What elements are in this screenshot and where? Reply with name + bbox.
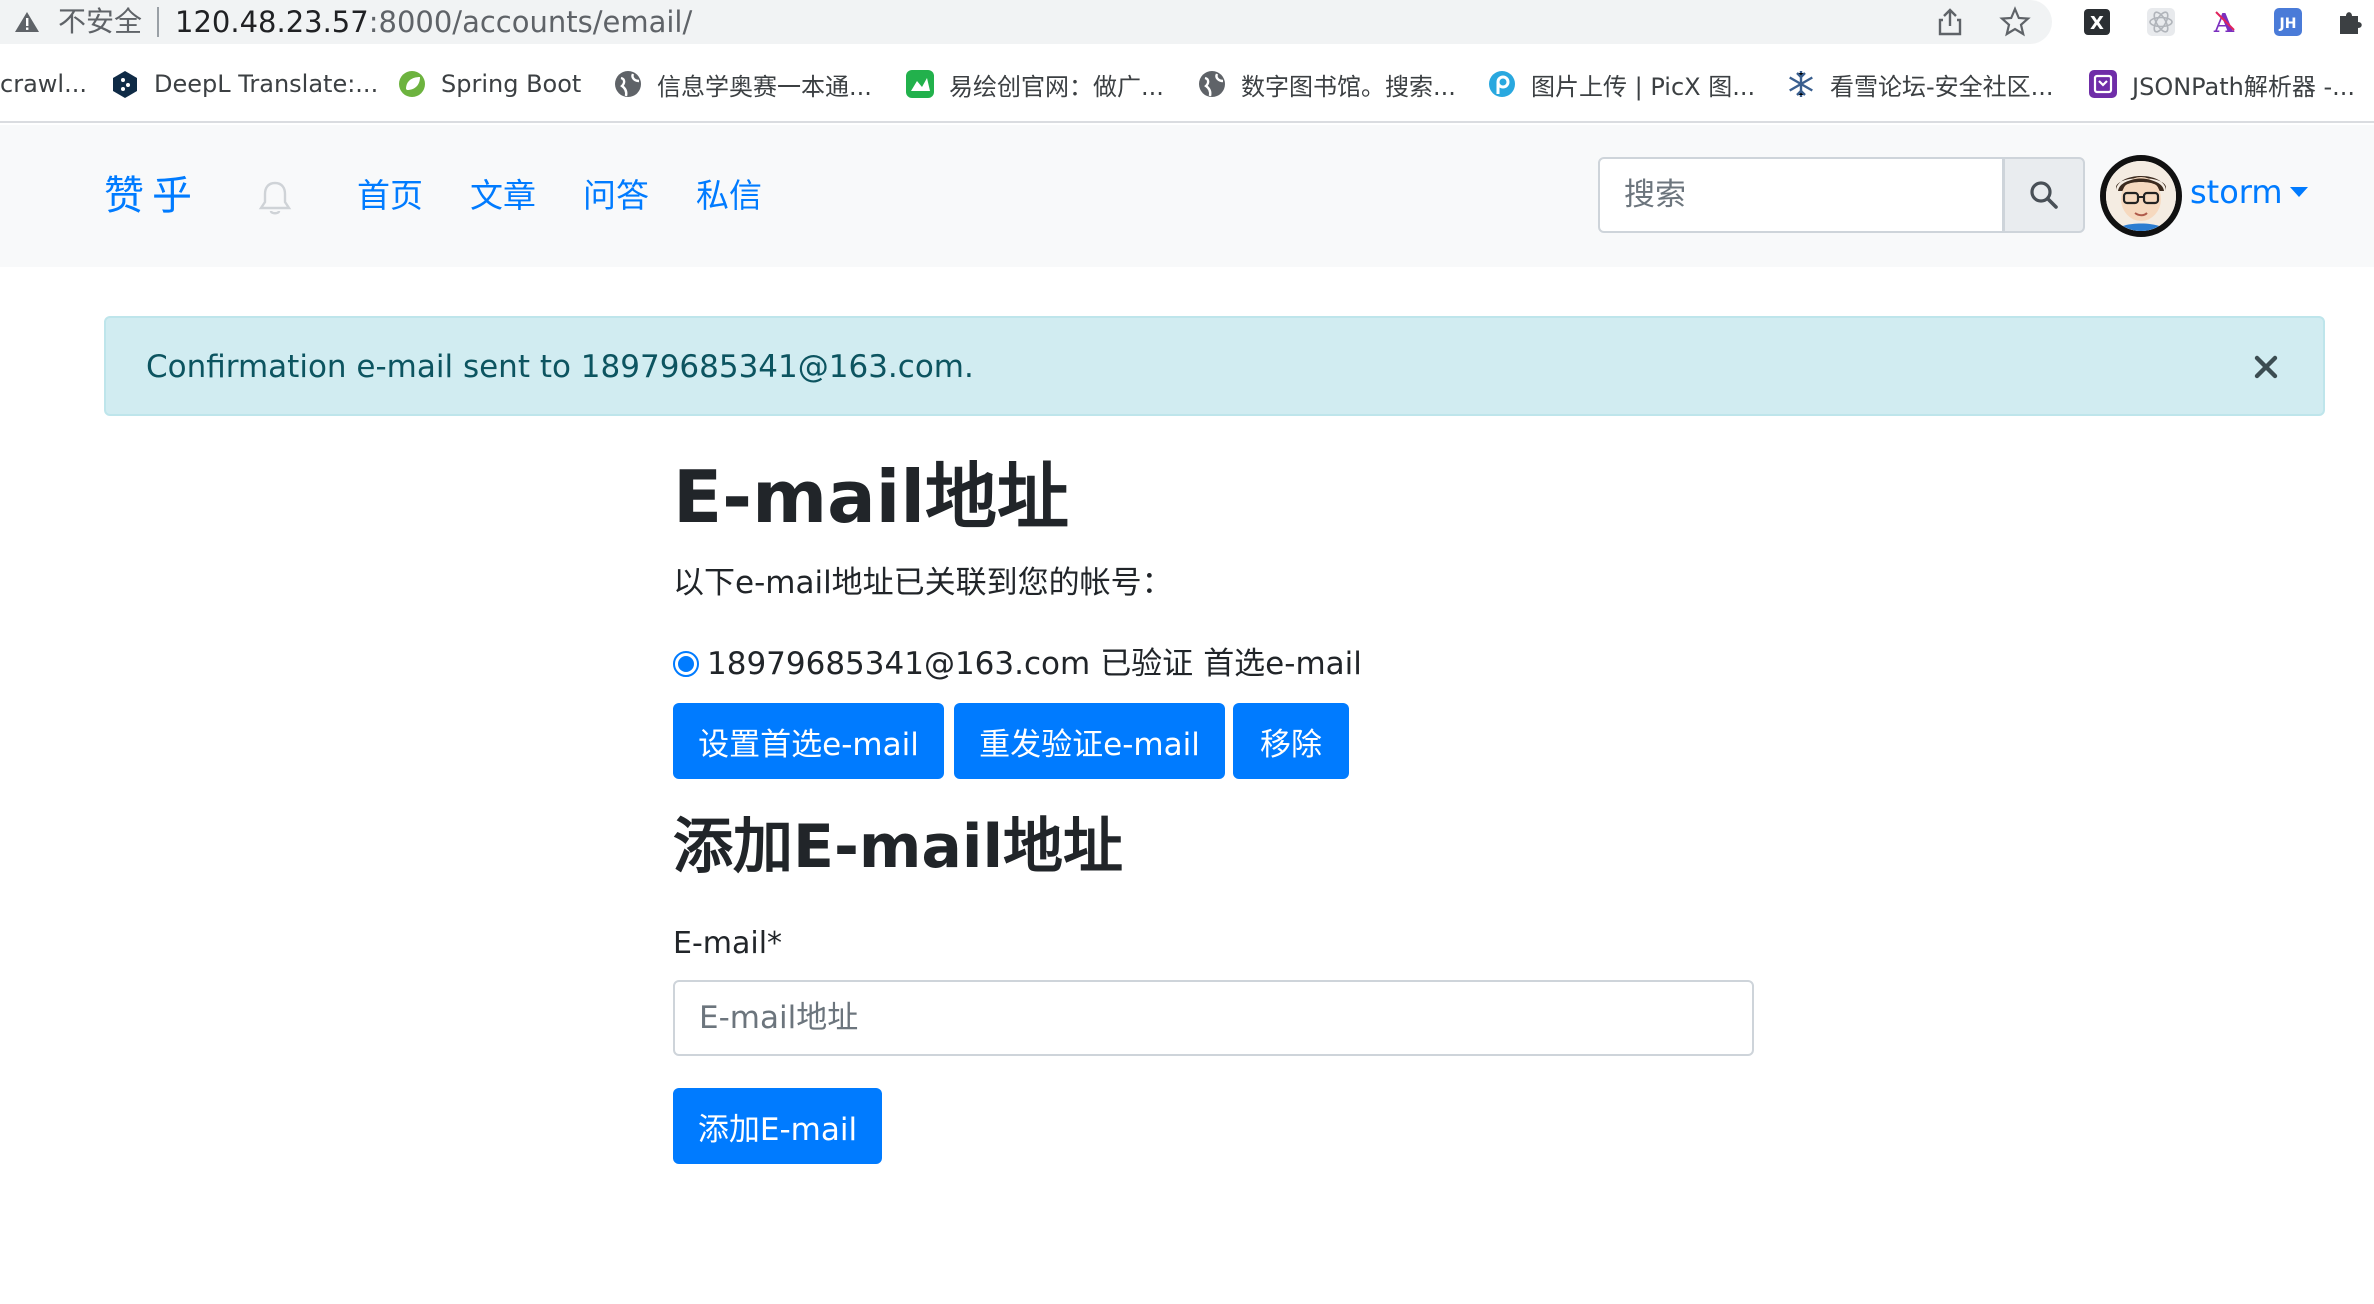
jsonpath-icon — [2089, 70, 2117, 98]
jh-icon[interactable]: JH — [2272, 6, 2304, 38]
bookmark-digital-library[interactable]: 数字图书馆。搜索... — [1197, 67, 1456, 101]
email-list-item[interactable]: 18979685341@163.com 已验证 首选e-mail — [673, 644, 1362, 684]
remove-button[interactable]: 移除 — [1233, 703, 1349, 779]
bookmark-jsonpath[interactable]: JSONPath解析器 -... — [2088, 67, 2355, 101]
search-input[interactable] — [1600, 159, 2002, 231]
nav-link-home[interactable]: 首页 — [357, 175, 423, 217]
bookmark-label: DeepL Translate:... — [154, 70, 379, 98]
page-title: E-mail地址 — [673, 455, 1070, 539]
verified-badge: 已验证 — [1100, 646, 1194, 682]
bookmark-label: crawl... — [0, 70, 87, 98]
bookmark-picx[interactable]: 图片上传 | PicX 图... — [1487, 67, 1755, 101]
bookmark-label: Spring Boot — [441, 70, 582, 98]
globe-icon — [615, 71, 641, 97]
email-list-description: 以下e-mail地址已关联到您的帐号： — [673, 565, 1173, 601]
alert-message: Confirmation e-mail sent to 18979685341@… — [146, 349, 974, 385]
search-icon — [2030, 181, 2058, 209]
search-field — [1598, 157, 2004, 233]
react-icon[interactable] — [2145, 6, 2177, 38]
deepl-icon — [113, 71, 137, 98]
bookmark-crawl[interactable]: crawl... — [0, 67, 87, 101]
bookmarks-bar: crawl... DeepL Translate:... Spring Boot… — [0, 45, 2374, 123]
search-button[interactable] — [2003, 157, 2085, 233]
email-field-label: E-mail* — [673, 926, 783, 961]
user-menu-toggle[interactable]: storm — [2190, 171, 2283, 213]
browser-address-bar: 不安全 120.48.23.57:8000/accounts/email/ X … — [0, 0, 2374, 45]
add-email-title: 添加E-mail地址 — [673, 812, 1124, 882]
nav-link-messages[interactable]: 私信 — [696, 175, 762, 217]
picx-icon — [1489, 71, 1515, 97]
radio-dot — [678, 656, 694, 672]
site-navbar: 赞乎 首页 文章 问答 私信 storm — [0, 125, 2374, 267]
bookmark-label: 图片上传 | PicX 图... — [1531, 72, 1756, 101]
star-icon[interactable] — [1999, 6, 2031, 38]
svg-text:JH: JH — [2279, 16, 2297, 32]
email-radio[interactable] — [673, 651, 699, 677]
bookmark-deepl[interactable]: DeepL Translate:... — [110, 67, 378, 101]
bookmark-xinxixue[interactable]: 信息学奥赛一本通... — [613, 67, 872, 101]
nav-link-articles[interactable]: 文章 — [470, 175, 536, 217]
url-path: :8000/accounts/email/ — [368, 5, 693, 39]
url-separator — [157, 7, 159, 37]
avatar[interactable] — [2100, 155, 2182, 237]
set-primary-button[interactable]: 设置首选e-mail — [673, 703, 944, 779]
url-text[interactable]: 120.48.23.57:8000/accounts/email/ — [175, 6, 692, 38]
bookmark-label: 数字图书馆。搜索... — [1241, 72, 1456, 101]
svg-text:X: X — [2090, 13, 2104, 34]
nav-link-qa[interactable]: 问答 — [583, 175, 649, 217]
site-brand[interactable]: 赞乎 — [104, 172, 200, 220]
email-address: 18979685341@163.com — [707, 646, 1091, 682]
share-icon[interactable] — [1934, 6, 1966, 38]
globe-icon — [1199, 71, 1225, 97]
close-icon[interactable] — [2251, 352, 2281, 382]
bell-icon[interactable] — [258, 179, 292, 217]
bookmark-label: 易绘创官网：做广... — [949, 72, 1164, 101]
chevron-down-icon[interactable] — [2290, 187, 2308, 197]
add-email-button[interactable]: 添加E-mail — [673, 1088, 882, 1164]
bookmark-kanxue[interactable]: 看雪论坛-安全社区... — [1786, 67, 2054, 101]
bookmark-yihuichuang[interactable]: 易绘创官网：做广... — [905, 67, 1164, 101]
bookmark-label: 看雪论坛-安全社区... — [1830, 72, 2054, 101]
snowflake-icon — [1789, 71, 1813, 97]
bookmark-label: JSONPath解析器 -... — [2132, 72, 2356, 101]
resend-verification-button[interactable]: 重发验证e-mail — [954, 703, 1225, 779]
puzzle-icon[interactable] — [2334, 6, 2366, 38]
email-field — [673, 980, 1754, 1056]
url-host: 120.48.23.57 — [175, 5, 369, 39]
omnibox[interactable]: 不安全 120.48.23.57:8000/accounts/email/ — [0, 0, 2052, 44]
warning-icon — [15, 12, 39, 32]
spring-icon — [399, 71, 425, 97]
yihuichuang-icon — [906, 70, 934, 98]
font-icon[interactable]: A — [2208, 6, 2240, 38]
bookmark-spring-boot[interactable]: Spring Boot — [397, 67, 581, 101]
bookmark-label: 信息学奥赛一本通... — [657, 72, 872, 101]
user-avatar-icon — [2106, 161, 2176, 231]
excel-icon[interactable]: X — [2081, 6, 2113, 38]
insecure-label[interactable]: 不安全 — [58, 6, 142, 38]
primary-badge: 首选e-mail — [1203, 646, 1362, 682]
info-alert: Confirmation e-mail sent to 18979685341@… — [104, 316, 2325, 416]
email-input[interactable] — [675, 982, 1752, 1054]
